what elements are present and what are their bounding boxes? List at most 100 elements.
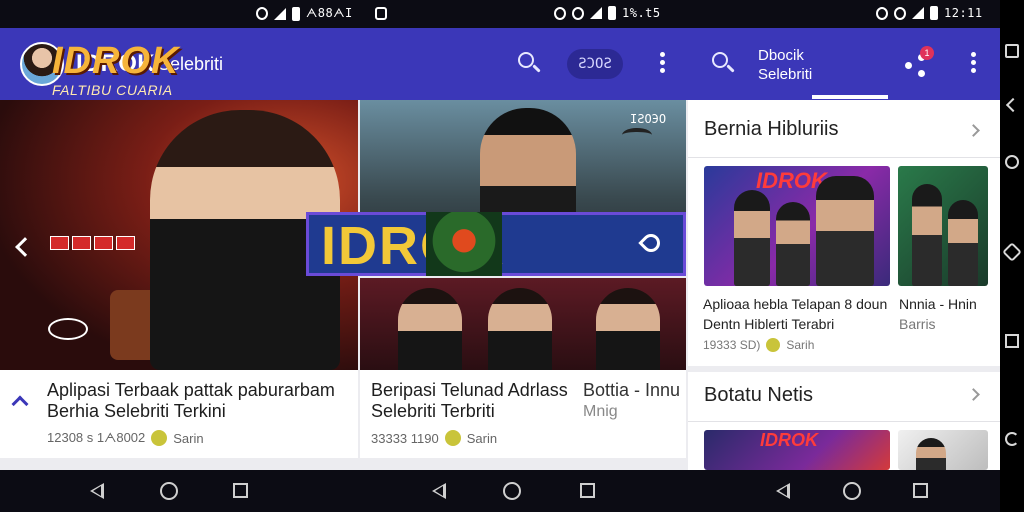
- section-title: Bernia Hibluriis: [704, 118, 839, 140]
- thumb-person: [816, 176, 874, 286]
- card-title: Aplipasi Terbaak pattak paburarbam Berhi…: [47, 380, 335, 422]
- wifi-icon: [590, 7, 602, 19]
- thumbnail[interactable]: [898, 430, 988, 470]
- strip-square-icon[interactable]: [1005, 44, 1019, 58]
- thumb-person: [948, 200, 978, 286]
- nav-back-icon[interactable]: [432, 483, 446, 499]
- card-source: Sarin: [466, 430, 498, 446]
- nav-home-icon[interactable]: [160, 482, 178, 500]
- rp-meta-text: 19333 SD): [703, 338, 761, 352]
- card-title-line: Beripasi Telunad Adrlass: [371, 380, 568, 400]
- nav-recents-icon[interactable]: [233, 483, 248, 498]
- signal-icon: [274, 7, 286, 20]
- sync-icon: [572, 6, 584, 20]
- rp-source: Sarih: [786, 338, 815, 352]
- more-vert-icon[interactable]: [660, 52, 666, 74]
- nav-recents-icon[interactable]: [580, 483, 595, 498]
- status-text-middle: 1%.t5: [622, 6, 661, 20]
- card-meta-text: 33333 1190: [371, 430, 439, 446]
- strip-back-icon[interactable]: [1005, 97, 1021, 113]
- secondary-title-line2: Selebriti: [758, 66, 813, 83]
- rp-card-title[interactable]: Nnnia - Hnin Barris: [899, 294, 977, 334]
- rp-card-title-line: Barris: [899, 316, 936, 332]
- nav-back-icon[interactable]: [776, 483, 790, 499]
- hero-logo: [48, 318, 88, 340]
- status-middle: 1%.t5: [554, 6, 661, 20]
- thumb-person: [912, 184, 942, 286]
- card-meta: 33333 1190 Sarin: [371, 430, 497, 446]
- nav-recents-icon[interactable]: [913, 483, 928, 498]
- card-title: Bottia - Innu Mnig: [583, 380, 680, 422]
- alarm-icon: [554, 6, 566, 20]
- battery-icon: [292, 6, 300, 21]
- section-header[interactable]: Botatu Netis: [688, 372, 1000, 422]
- section-title: Botatu Netis: [704, 384, 813, 406]
- hero-brand-sub: FALTIBU CUARIA: [52, 82, 173, 98]
- card-title-line: Berhia Selebriti Terkini: [47, 401, 226, 421]
- strip-refresh-icon[interactable]: [1005, 432, 1019, 446]
- thumb-person: [916, 438, 946, 470]
- rp-card-title-line: Aplioaa hebla Telapan 8 doun: [703, 296, 888, 312]
- card-meta-text: 12308 s 1ᗅ8002: [47, 430, 146, 445]
- battery-icon: [608, 6, 616, 20]
- hero-corner-label: IƧOЭO: [630, 112, 667, 126]
- rp-card-title[interactable]: Aplioaa hebla Telapan 8 doun Dentn Hible…: [703, 294, 887, 334]
- status-right: 12:11: [876, 6, 983, 20]
- navigation-bar: [0, 470, 1000, 512]
- strip-recents-icon[interactable]: [1005, 334, 1019, 348]
- card-title-line: Aplipasi Terbaak pattak paburarbam: [47, 380, 335, 400]
- card-title-line: Mnig: [583, 403, 618, 420]
- search-icon[interactable]: [710, 50, 736, 76]
- thumb-person: [734, 190, 770, 286]
- thumb-person: [776, 202, 810, 286]
- hero-tags: [50, 236, 135, 250]
- strip-home-icon[interactable]: [1005, 155, 1019, 169]
- share-badge: 1: [920, 46, 934, 60]
- card-title-line: Selebriti Terbriti: [371, 401, 495, 421]
- hero-person: [596, 288, 660, 370]
- thumbnail[interactable]: [898, 166, 988, 286]
- chevron-right-icon[interactable]: [967, 124, 980, 137]
- card-title-line: Bottia - Innu: [583, 380, 681, 400]
- card-title: Beripasi Telunad Adrlass Selebriti Terbr…: [371, 380, 568, 422]
- secondary-title[interactable]: Dbocik Selebriti: [758, 46, 812, 84]
- thumbnail[interactable]: IDROK: [704, 166, 890, 286]
- hero-brand: IDROK: [52, 40, 180, 82]
- chevron-right-icon[interactable]: [967, 388, 980, 401]
- notification-icon: [374, 7, 387, 20]
- source-icon: [766, 338, 781, 352]
- nav-back-icon[interactable]: [90, 483, 104, 499]
- wifi-icon: [912, 7, 924, 19]
- nav-home-icon[interactable]: [503, 482, 521, 500]
- hero-right-bottom-image[interactable]: [360, 278, 686, 370]
- rp-card-meta: 19333 SD) Sarih: [703, 338, 814, 352]
- nav-home-icon[interactable]: [843, 482, 861, 500]
- rp-card-title-line: Dentn Hiblerti Terabri: [703, 316, 835, 332]
- strip-home-alt-icon[interactable]: [1002, 242, 1022, 262]
- status-text-left: ᗅ88ᗅI: [306, 6, 353, 20]
- sync-icon: [894, 6, 906, 20]
- thumbnail[interactable]: IDROK: [704, 430, 890, 470]
- more-vert-icon[interactable]: [971, 52, 977, 74]
- rp-card-title-line: Nnnia - Hnin: [899, 296, 977, 312]
- card-source: Sarin: [173, 430, 204, 446]
- secondary-title-line1: Dbocik: [758, 47, 804, 64]
- battery-icon: [930, 6, 938, 20]
- source-icon: [151, 430, 168, 446]
- alarm-icon: [876, 6, 888, 20]
- bird-graphic: [622, 128, 652, 142]
- hero-person: [398, 288, 462, 370]
- status-bar: ᗅ88ᗅI 1%.t5 12:11: [0, 0, 1000, 28]
- alarm-icon: [256, 7, 268, 20]
- thumb-brand: IDROK: [760, 430, 818, 450]
- search-icon[interactable]: [516, 50, 542, 76]
- screen: ᗅ88ᗅI 1%.t5 12:11 IDROK Selebriti ƧƆOƧ D…: [0, 0, 1024, 512]
- pill-button[interactable]: ƧƆOƧ: [567, 49, 623, 79]
- status-left: ᗅ88ᗅI: [256, 6, 387, 21]
- card-meta: 12308 s 1ᗅ8002 Sarin: [47, 430, 204, 446]
- tab-indicator: [812, 95, 888, 99]
- status-clock: 12:11: [944, 6, 983, 20]
- section-header[interactable]: Bernia Hibluriis: [688, 102, 1000, 158]
- share-icon[interactable]: 1: [904, 46, 934, 78]
- hero-person: [488, 288, 552, 370]
